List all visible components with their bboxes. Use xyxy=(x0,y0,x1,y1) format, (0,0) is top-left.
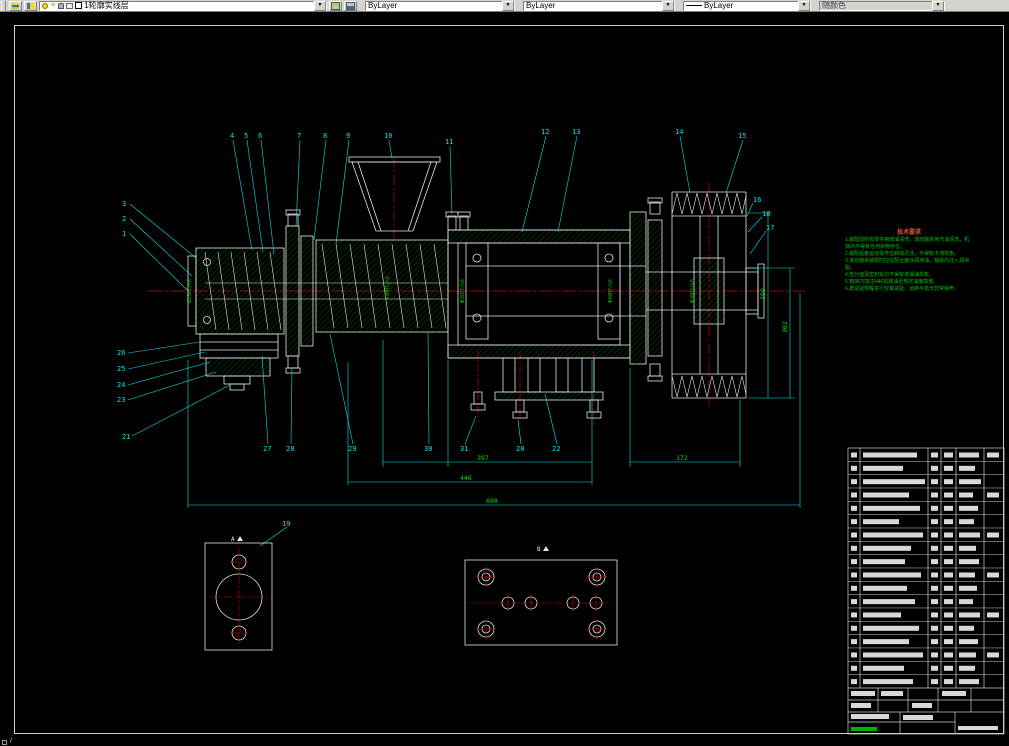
part-callout: 1 xyxy=(122,230,126,238)
linetype-value: ByLayer xyxy=(526,1,556,10)
dimension-label: 446 xyxy=(460,474,472,482)
drawing-canvas[interactable]: 4 5 6 7 8 9 10 11 12 13 14 15 3 2 1 26 2… xyxy=(0,12,1009,738)
color-dropdown-arrow[interactable]: ▼ xyxy=(502,0,514,11)
notes-line: 4.剖分面及密封处均不得有渗漏油现象。 xyxy=(845,272,935,278)
part-callout: 2 xyxy=(122,215,126,223)
linetype-select[interactable]: ByLayer ▼ xyxy=(523,0,675,11)
lineweight-dropdown-arrow[interactable]: ▼ xyxy=(798,0,810,11)
dimension-label: 172 xyxy=(676,454,688,462)
dimension-label: 302 xyxy=(781,321,789,333)
layers-icon xyxy=(12,2,19,9)
linetype-dropdown-arrow[interactable]: ▼ xyxy=(662,0,674,11)
part-callout: 25 xyxy=(117,365,125,373)
title-block-text-bars xyxy=(851,691,998,730)
part-callout: 10 xyxy=(384,132,392,140)
layer-on-icon[interactable] xyxy=(42,2,48,9)
layer-name: 1轮廓实线层 xyxy=(84,1,129,10)
notes-line: 2.装配后各运动零件应转动灵活，不得有卡滞现象。 xyxy=(845,251,960,257)
part-callout: 19 xyxy=(282,520,290,528)
detail-view-b[interactable]: B xyxy=(464,546,618,646)
part-callout: 11 xyxy=(445,138,453,146)
bom-rows xyxy=(848,452,1004,685)
leaders-and-dimension-lines xyxy=(127,135,801,547)
part-callout: 7 xyxy=(297,132,301,140)
part-callout: 30 xyxy=(424,445,432,453)
assembly-section-view[interactable] xyxy=(187,156,765,419)
parts-table[interactable] xyxy=(847,447,1005,735)
part-callout: 31 xyxy=(460,445,468,453)
dimension-label: 698 xyxy=(486,497,498,505)
layer-plot-icon[interactable] xyxy=(66,2,74,9)
fit-label: Φ40H7/k6 xyxy=(608,279,614,303)
part-callout: 3 xyxy=(122,200,126,208)
layer-states-icon xyxy=(27,2,34,9)
part-callout: 15 xyxy=(738,132,746,140)
notes-line: 3.滚动轴承装配时应在配合面涂润滑油，轴承内注入润滑脂。 xyxy=(845,258,970,271)
layer-lock-icon[interactable] xyxy=(58,2,65,9)
fit-label: Φ30H7/k6 xyxy=(385,276,391,300)
layer-freeze-icon[interactable]: ☀ xyxy=(50,2,56,9)
command-prompt-text: / xyxy=(10,738,12,745)
dimension-label: 350 xyxy=(759,288,767,300)
dimension-label: 397 xyxy=(477,454,489,462)
plotstyle-dropdown-arrow: ▼ xyxy=(932,0,944,11)
object-properties-toolbar: ☀ 1轮廓实线层 ▼ ByLayer ▼ ByLayer ▼ ByLayer ▼… xyxy=(0,0,1009,12)
part-callout: 6 xyxy=(258,132,262,140)
fit-label: Φ28H7/k6 xyxy=(690,279,696,303)
lineweight-sample-icon xyxy=(686,5,702,6)
plotstyle-select: 随颜色 ▼ xyxy=(819,0,945,11)
part-callout: 20 xyxy=(516,445,524,453)
layer-dropdown-arrow[interactable]: ▼ xyxy=(314,0,326,11)
part-callout: 12 xyxy=(541,128,549,136)
color-value: ByLayer xyxy=(368,1,398,10)
part-callout: 26 xyxy=(117,349,125,357)
layer-previous-button[interactable] xyxy=(344,0,357,11)
notes-title: 技术要求 xyxy=(896,230,921,236)
drawing-svg[interactable]: 4 5 6 7 8 9 10 11 12 13 14 15 3 2 1 26 2… xyxy=(0,12,1009,738)
color-select[interactable]: ByLayer ▼ xyxy=(365,0,515,11)
view-b-arrow-icon xyxy=(543,546,549,551)
make-layer-current-icon xyxy=(331,1,340,10)
part-callout: 23 xyxy=(117,396,125,404)
part-callout: 13 xyxy=(572,128,580,136)
command-prompt-icon xyxy=(2,739,7,745)
notes-line: 1.装配前所有零件用煤油清洗，滚动轴承用汽油清洗，机体内不得有任何杂物存在。 xyxy=(845,237,970,250)
layers-manager-button[interactable] xyxy=(9,0,22,11)
part-callout: 16 xyxy=(753,196,761,204)
part-callout: 4 xyxy=(230,132,234,140)
layer-color-swatch xyxy=(75,2,83,9)
part-callout: 27 xyxy=(263,445,271,453)
command-line-strip[interactable]: / xyxy=(0,738,1009,746)
part-callout: 8 xyxy=(323,132,327,140)
view-b-label: B xyxy=(537,546,541,553)
layer-select[interactable]: ☀ 1轮廓实线层 ▼ xyxy=(39,0,327,11)
lineweight-value: ByLayer xyxy=(704,1,734,10)
plotstyle-value: 随颜色 xyxy=(822,1,846,10)
layer-previous-icon xyxy=(346,1,355,10)
detail-view-a[interactable]: A xyxy=(204,536,273,651)
part-callout: 24 xyxy=(117,381,125,389)
make-object-layer-current-button[interactable] xyxy=(329,0,342,11)
view-a-label: A xyxy=(231,536,235,543)
title-block-green-bar xyxy=(851,727,877,731)
part-callout: 28 xyxy=(286,445,294,453)
notes-line: 6.按试验规程进行空载试验，运转平稳无异常噪声。 xyxy=(845,286,960,292)
part-callout: 5 xyxy=(244,132,248,140)
part-callout: 22 xyxy=(552,445,560,453)
part-callout: 17 xyxy=(766,224,774,232)
part-callout: 18 xyxy=(762,210,770,218)
part-callout: 14 xyxy=(675,128,683,136)
fit-label: Φ25H7/k6 xyxy=(187,279,193,303)
lineweight-select[interactable]: ByLayer ▼ xyxy=(683,0,811,11)
part-callout: 21 xyxy=(122,433,130,441)
view-a-arrow-icon xyxy=(237,536,243,541)
fit-label: Φ35H7/k6 xyxy=(460,279,466,303)
notes-line: 5.箱体内加注N46机械油至规定油面高度。 xyxy=(845,279,939,285)
toolbar-grip[interactable] xyxy=(1,0,6,11)
part-callout: 9 xyxy=(346,132,350,140)
technical-notes: 技术要求 1.装配前所有零件用煤油清洗，滚动轴承用汽油清洗，机体内不得有任何杂物… xyxy=(845,227,973,293)
layer-states-button[interactable] xyxy=(24,0,37,11)
part-callout: 29 xyxy=(348,445,356,453)
